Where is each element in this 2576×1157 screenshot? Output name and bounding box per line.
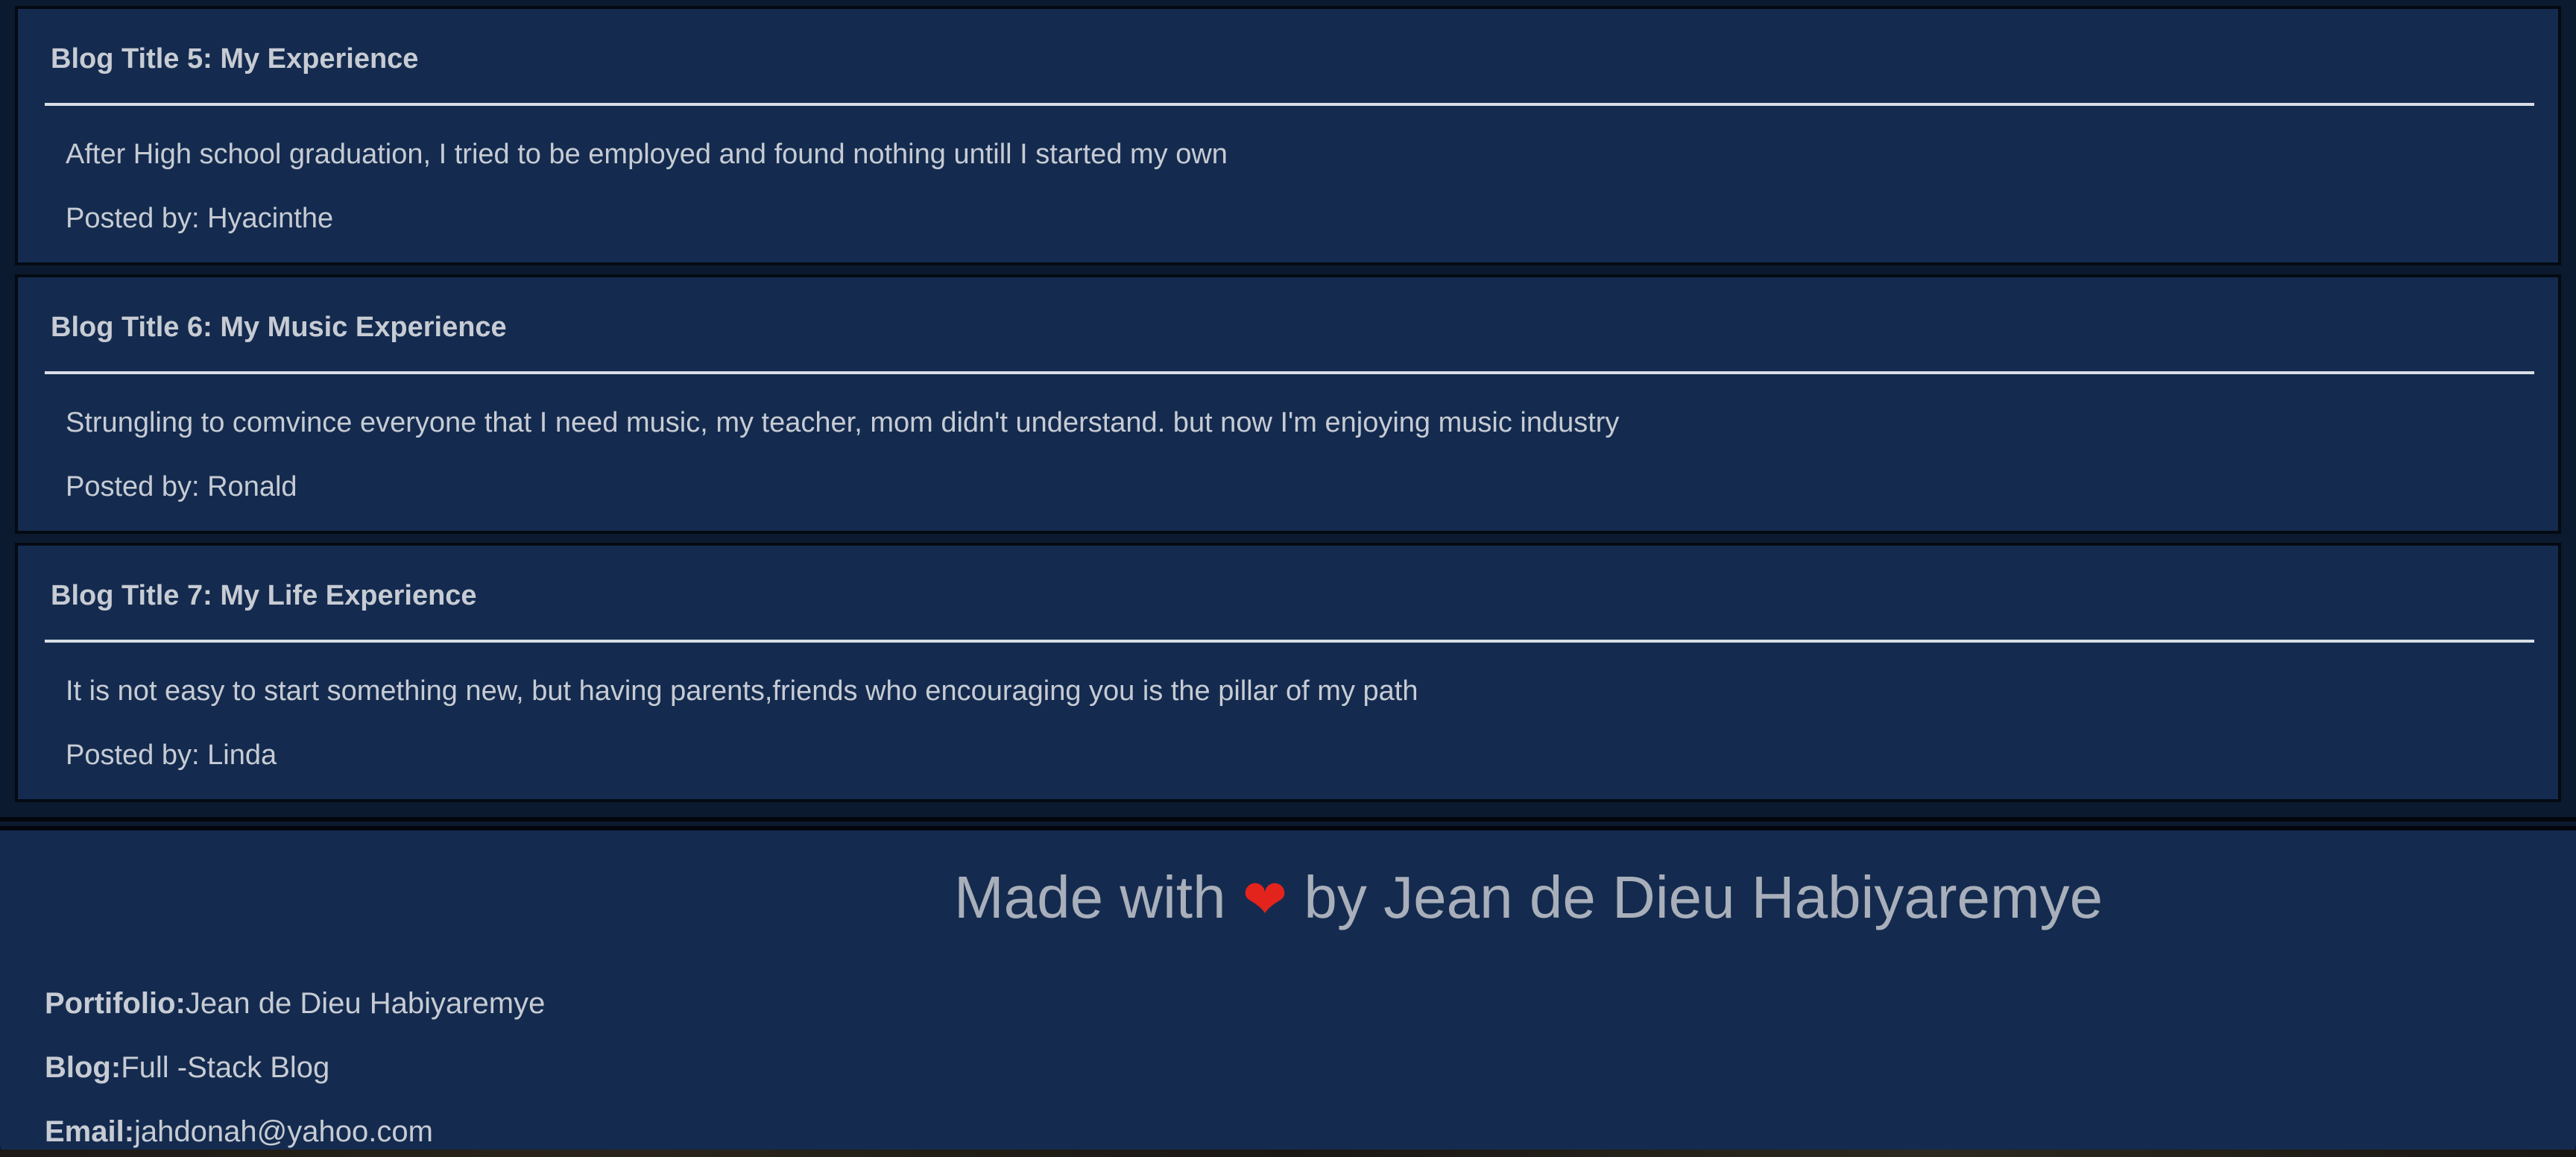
post-body: After High school graduation, I tried to… [66, 139, 1228, 170]
heart-icon: ❤ [1242, 870, 1288, 930]
email-line: Email:jahdonah@yahoo.com [45, 1115, 433, 1149]
title-divider [45, 371, 2534, 374]
post-author: Posted by: Linda [66, 740, 277, 771]
email-label: Email: [45, 1115, 135, 1148]
portfolio-label: Portifolio: [45, 987, 186, 1020]
page: Blog Title 5: My Experience After High s… [0, 0, 2576, 1157]
credit-suffix: by Jean de Dieu Habiyaremye [1304, 864, 2103, 930]
portfolio-link[interactable]: Jean de Dieu Habiyaremye [186, 987, 545, 1020]
post-title: Blog Title 5: My Experience [51, 43, 419, 75]
title-divider [45, 103, 2534, 106]
blog-line: Blog:Full -Stack Blog [45, 1051, 329, 1085]
post-title: Blog Title 6: My Music Experience [51, 312, 507, 343]
blog-link[interactable]: Full -Stack Blog [121, 1051, 329, 1084]
footer-credit: Made with ❤ by Jean de Dieu Habiyaremye [954, 863, 2103, 932]
credit-prefix: Made with [954, 864, 1226, 930]
background-strip [0, 1150, 2576, 1157]
title-divider [45, 640, 2534, 643]
blog-label: Blog: [45, 1051, 121, 1084]
blog-post-card: Blog Title 6: My Music Experience Strung… [15, 274, 2561, 534]
blog-post-card: Blog Title 5: My Experience After High s… [15, 6, 2561, 265]
post-author: Posted by: Ronald [66, 471, 297, 502]
post-body: It is not easy to start something new, b… [66, 675, 1418, 707]
post-title: Blog Title 7: My Life Experience [51, 580, 477, 611]
section-divider [0, 817, 2576, 822]
footer: Made with ❤ by Jean de Dieu Habiyaremye … [0, 830, 2576, 1157]
email-link[interactable]: jahdonah@yahoo.com [134, 1115, 433, 1148]
portfolio-line: Portifolio:Jean de Dieu Habiyaremye [45, 987, 545, 1021]
post-author: Posted by: Hyacinthe [66, 203, 334, 234]
blog-post-card: Blog Title 7: My Life Experience It is n… [15, 543, 2561, 802]
post-body: Strungling to comvince everyone that I n… [66, 407, 1620, 438]
